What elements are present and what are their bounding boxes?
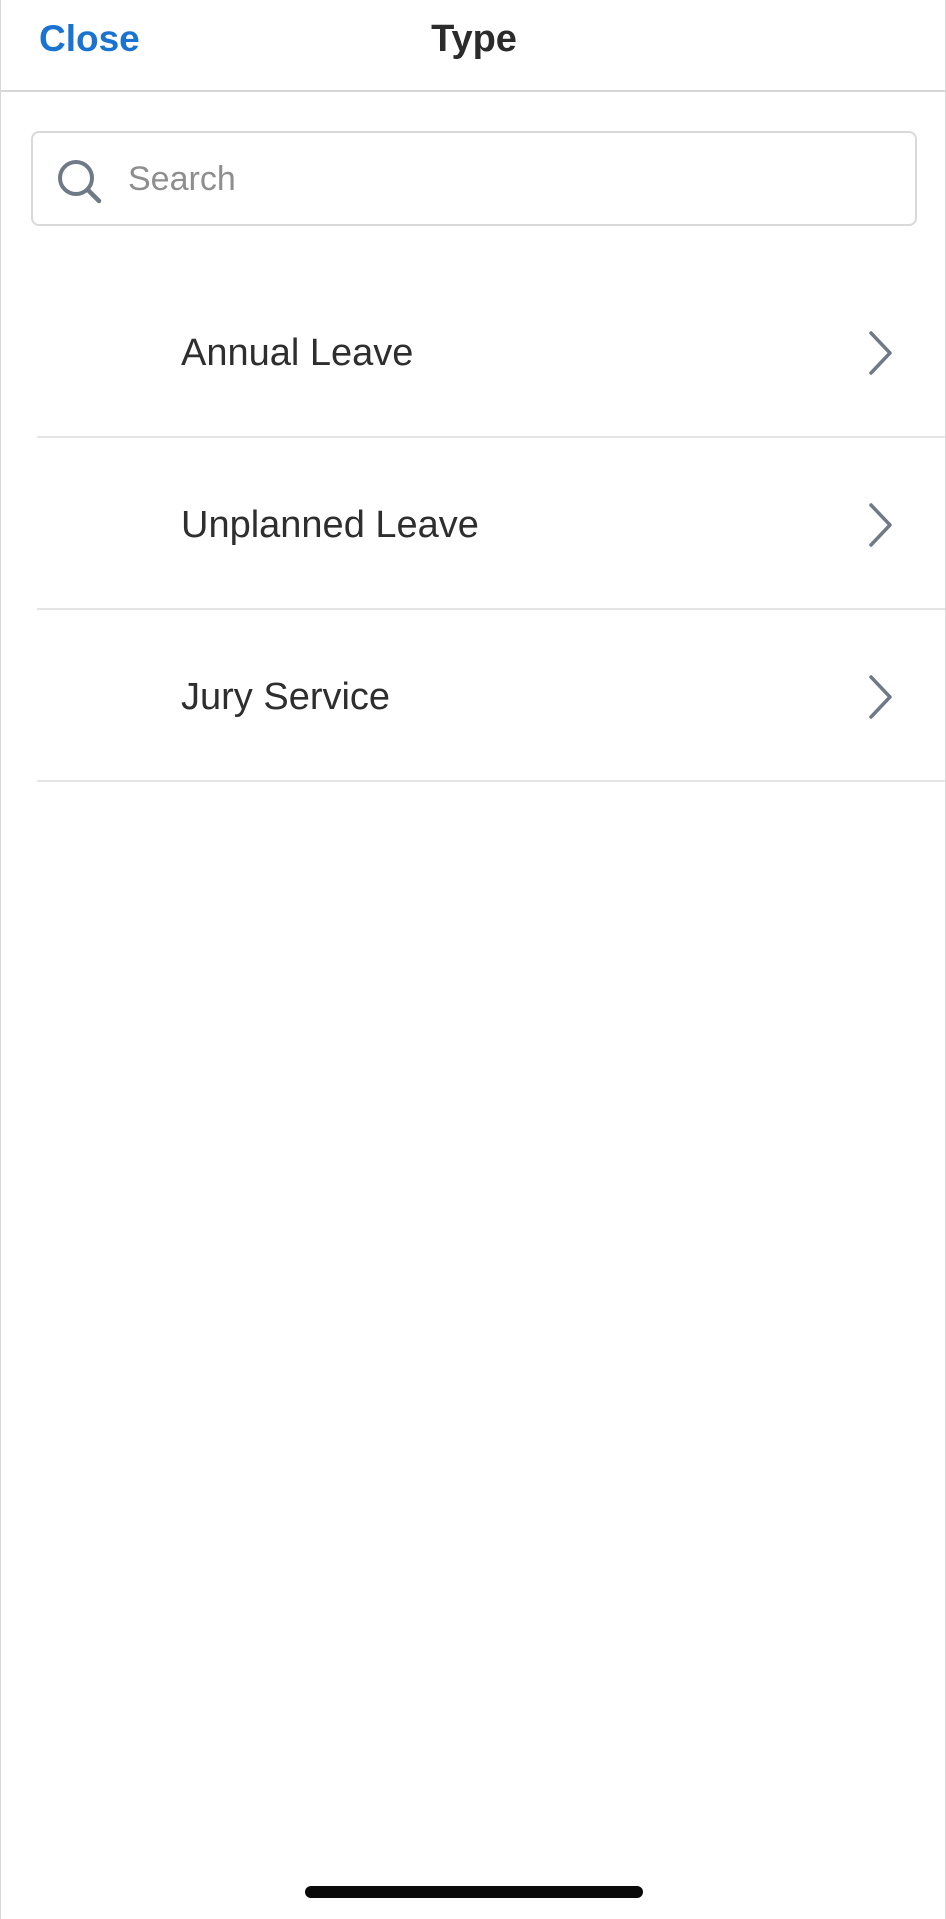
type-list: Annual Leave Unplanned Leave Jury Servic…: [37, 266, 945, 782]
list-item-unplanned-leave[interactable]: Unplanned Leave: [37, 438, 945, 610]
type-picker-screen: Close Type Annual Leave Unplanned Leave …: [0, 0, 946, 1919]
chevron-right-icon: [869, 503, 892, 547]
close-button[interactable]: Close: [39, 16, 140, 62]
list-item-label: Annual Leave: [181, 332, 414, 374]
chevron-right-icon: [869, 675, 892, 719]
list-item-label: Jury Service: [181, 676, 391, 718]
search-bar[interactable]: [31, 131, 917, 226]
navigation-header: Close Type: [1, 0, 945, 92]
list-item-jury-service[interactable]: Jury Service: [37, 610, 945, 782]
list-item-label: Unplanned Leave: [181, 504, 479, 546]
chevron-right-icon: [869, 331, 892, 375]
page-title: Type: [431, 18, 517, 60]
list-item-annual-leave[interactable]: Annual Leave: [37, 266, 945, 438]
search-input[interactable]: [128, 151, 888, 207]
home-indicator[interactable]: [305, 1886, 643, 1898]
search-icon: [58, 160, 102, 204]
